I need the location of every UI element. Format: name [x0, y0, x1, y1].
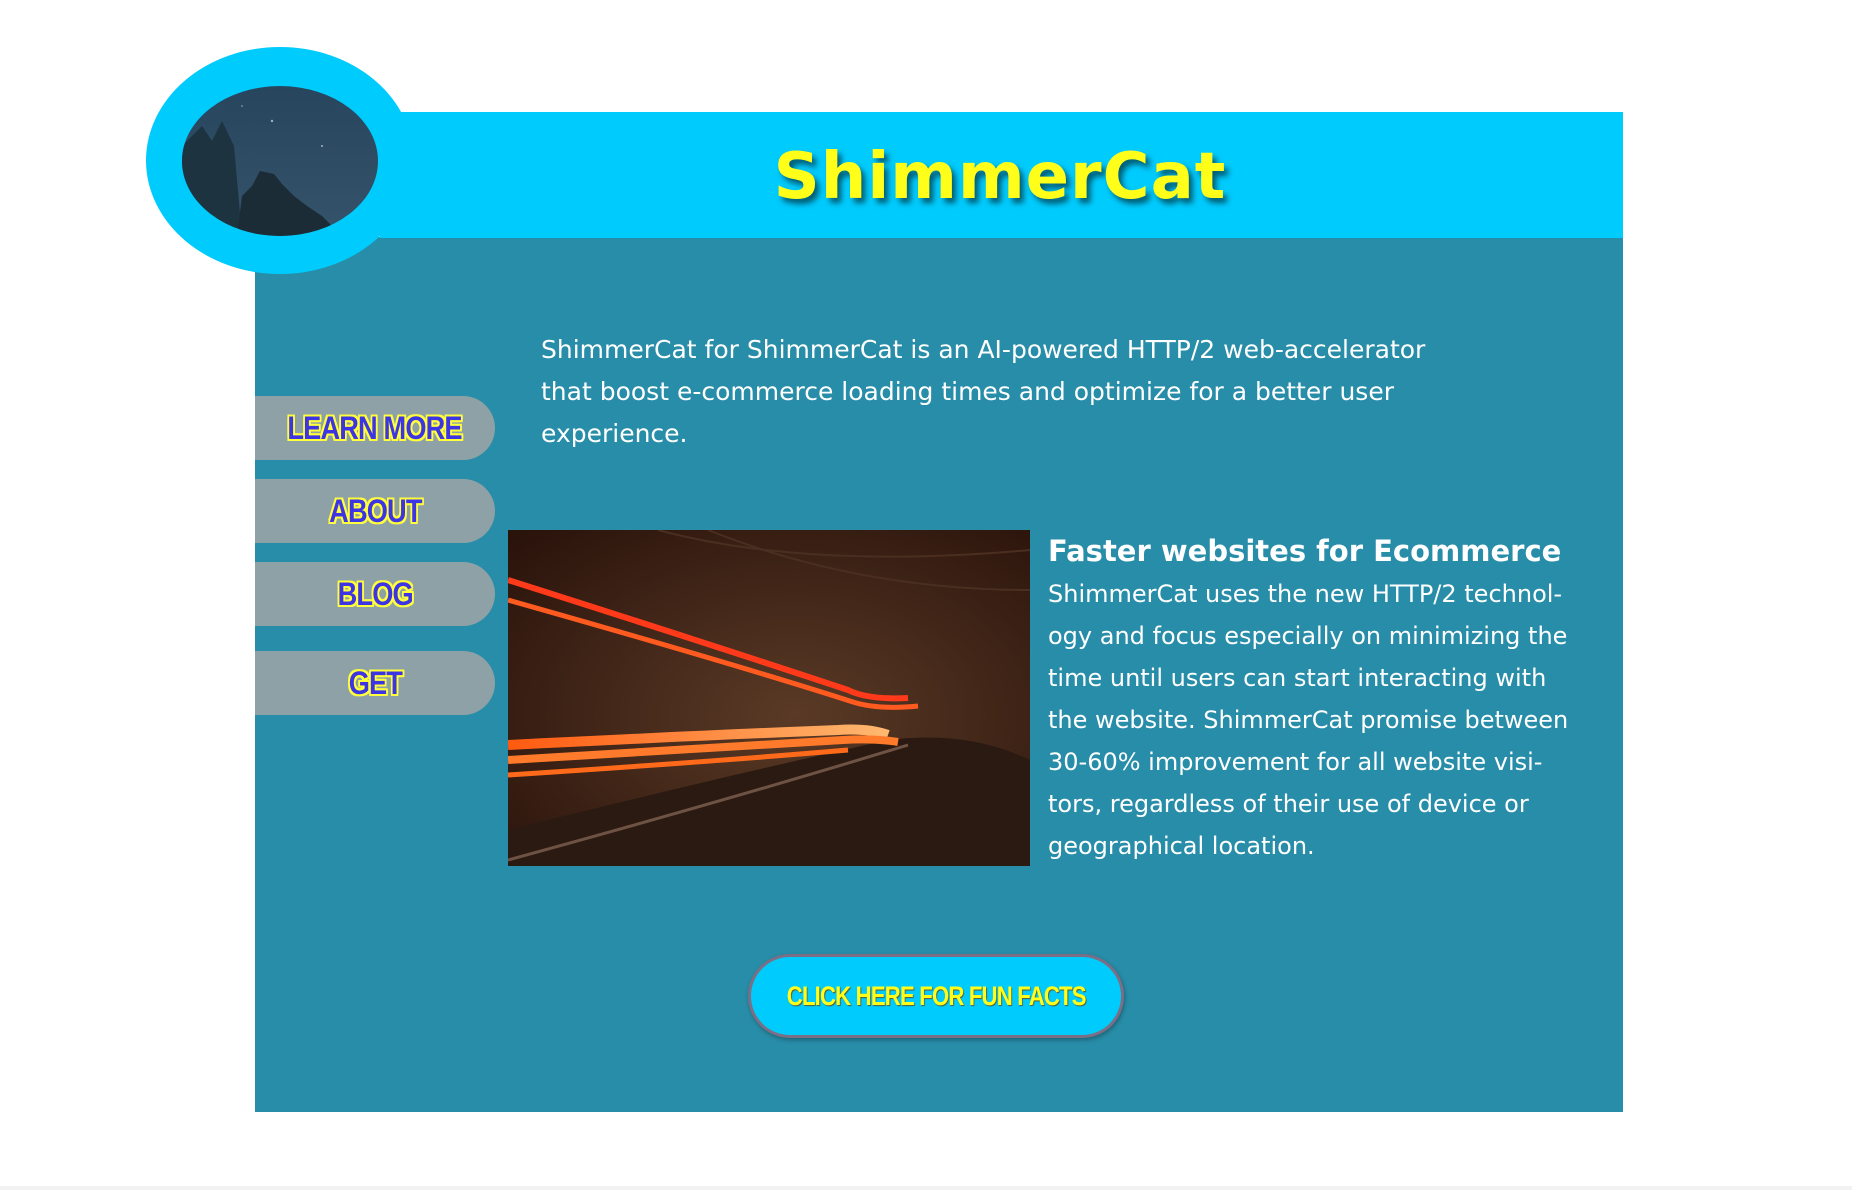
light-trails-image	[508, 530, 1030, 866]
site-title: ShimmerCat	[773, 140, 1227, 214]
nav-blog-label: BLOG	[337, 575, 413, 612]
logo-night-sky-image	[182, 86, 378, 236]
intro-text: ShimmerCat for ShimmerCat is an AI-power…	[541, 335, 1426, 448]
fun-facts-label: CLICK HERE FOR FUN FACTS	[786, 980, 1087, 1011]
nav-learn-more-button[interactable]: LEARN MORE	[255, 396, 495, 460]
nav-learn-more-label: LEARN MORE	[287, 409, 463, 446]
page: ShimmerCat ShimmerCat for ShimmerCat is …	[0, 0, 1852, 1190]
feature-body: ShimmerCat uses the new HTTP/2 technol- …	[1048, 580, 1569, 860]
fun-facts-button[interactable]: CLICK HERE FOR FUN FACTS	[748, 954, 1124, 1038]
nav-blog-button[interactable]: BLOG	[255, 562, 495, 626]
feature-heading: Faster websites for Ecommerce	[1048, 534, 1562, 568]
nav-get-label: GET	[348, 664, 402, 701]
nav-about-button[interactable]: ABOUT	[255, 479, 495, 543]
bottom-divider	[0, 1186, 1852, 1190]
nav-get-button[interactable]: GET	[255, 651, 495, 715]
nav-about-label: ABOUT	[328, 492, 422, 529]
